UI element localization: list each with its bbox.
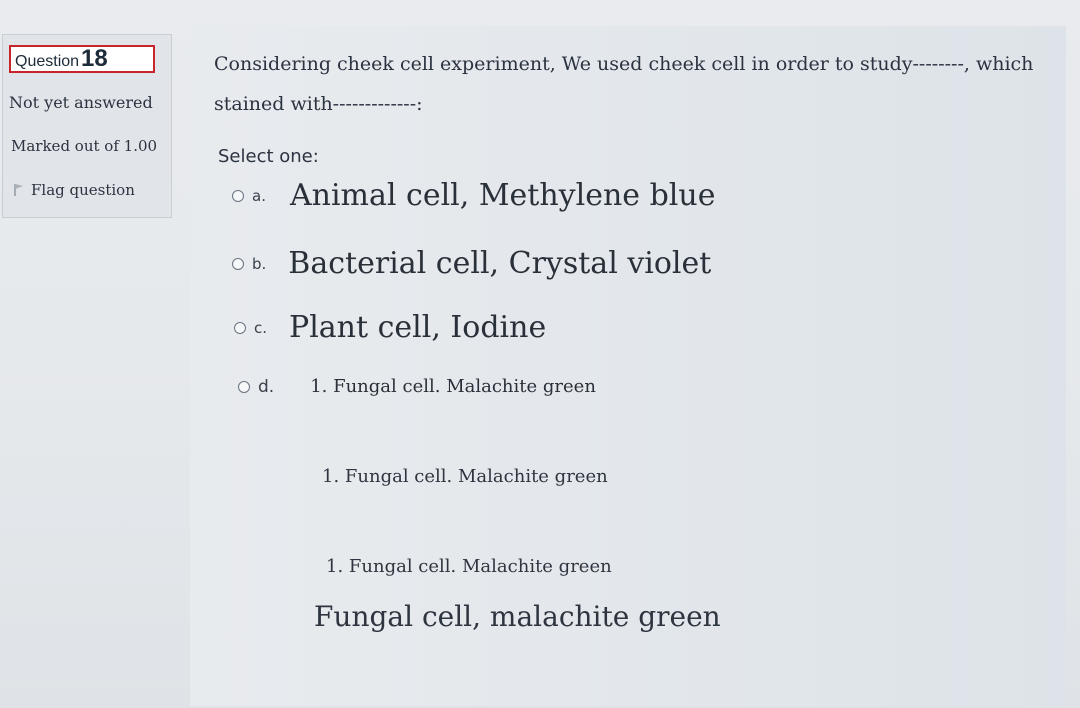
question-mark: Marked out of 1.00: [11, 137, 158, 155]
question-state: Not yet answered: [9, 93, 153, 112]
option-c-text[interactable]: Plant cell, Iodine: [289, 310, 546, 345]
option-b[interactable]: b. Bacterial cell, Crystal violet: [232, 246, 711, 281]
question-text-line-2: stained with-------------:: [214, 93, 423, 115]
option-b-text[interactable]: Bacterial cell, Crystal violet: [288, 246, 711, 281]
option-d-radio[interactable]: [238, 380, 250, 393]
question-text-line-1: Considering cheek cell experiment, We us…: [214, 53, 1034, 75]
option-d-extra-line-3: Fungal cell, malachite green: [314, 600, 721, 633]
select-one-label: Select one:: [218, 146, 319, 167]
option-c-letter: c.: [254, 318, 268, 337]
option-d[interactable]: d. 1. Fungal cell. Malachite green: [238, 376, 596, 397]
flag-question-link[interactable]: Flag question: [13, 181, 135, 199]
option-a-radio[interactable]: [232, 189, 244, 202]
question-number: 18: [81, 45, 108, 72]
quiz-page: Question 18 Not yet answered Marked out …: [0, 0, 1080, 708]
option-d-extra-line-1: 1. Fungal cell. Malachite green: [322, 466, 608, 487]
option-b-radio[interactable]: [232, 257, 244, 270]
question-number-box: Question 18: [9, 45, 155, 73]
flag-icon: [14, 184, 23, 196]
option-d-text[interactable]: 1. Fungal cell. Malachite green: [310, 376, 596, 397]
option-a[interactable]: a. Animal cell, Methylene blue: [232, 178, 715, 213]
option-a-letter: a.: [252, 186, 266, 205]
option-c[interactable]: c. Plant cell, Iodine: [234, 310, 546, 345]
option-d-letter: d.: [258, 376, 275, 397]
option-c-radio[interactable]: [234, 321, 246, 334]
question-text: Considering cheek cell experiment, We us…: [214, 44, 1054, 124]
option-a-text[interactable]: Animal cell, Methylene blue: [290, 178, 716, 213]
question-info-panel: Question 18 Not yet answered Marked out …: [2, 34, 172, 218]
option-b-letter: b.: [252, 254, 267, 273]
question-label: Question: [15, 53, 80, 70]
flag-question-label: Flag question: [31, 181, 135, 199]
question-content: Considering cheek cell experiment, We us…: [190, 26, 1066, 706]
option-d-extra-line-2: 1. Fungal cell. Malachite green: [326, 556, 612, 577]
